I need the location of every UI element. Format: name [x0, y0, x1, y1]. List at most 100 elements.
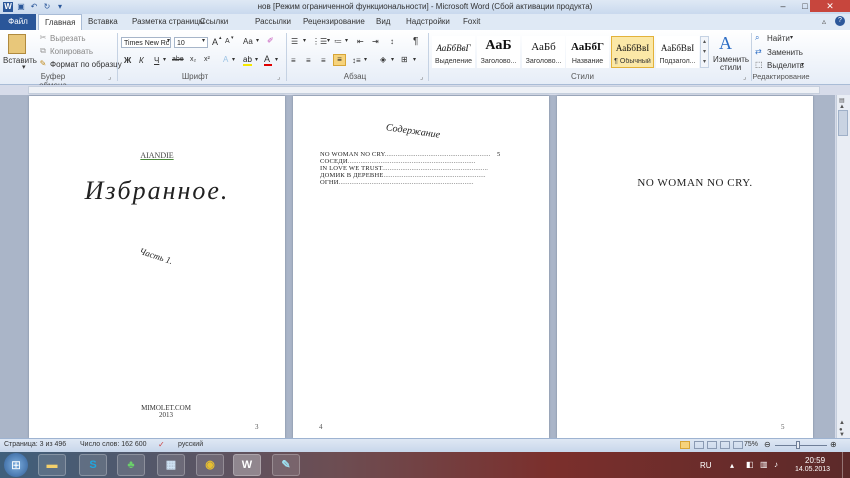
increase-indent-icon[interactable]: ⇥: [372, 37, 379, 46]
sort-icon[interactable]: ↕: [390, 37, 394, 46]
tray-app-icon[interactable]: ◧: [746, 460, 754, 469]
style-normal[interactable]: АаБбВвI ¶ Обычный: [611, 36, 654, 68]
zoom-in-icon[interactable]: ⊕: [830, 440, 837, 449]
previous-page-icon[interactable]: ▲: [839, 420, 845, 426]
tab-file[interactable]: Файл: [0, 14, 36, 30]
italic-button[interactable]: К: [139, 56, 144, 65]
replace-button[interactable]: Заменить: [767, 48, 803, 57]
grow-font-button[interactable]: A: [212, 37, 218, 47]
find-dropdown-icon[interactable]: ▾: [790, 34, 793, 41]
numbering-icon[interactable]: ⋮☰: [312, 37, 327, 46]
align-center-icon[interactable]: ≡: [306, 56, 311, 65]
strikethrough-button[interactable]: abe: [172, 56, 184, 63]
web-layout-icon[interactable]: [707, 441, 717, 449]
outline-view-icon[interactable]: [720, 441, 730, 449]
toc-entry[interactable]: NO WOMAN NO CRY.........................…: [320, 151, 500, 158]
shading-dropdown-icon[interactable]: ▾: [391, 56, 394, 63]
borders-dropdown-icon[interactable]: ▾: [413, 56, 416, 63]
tab-references[interactable]: Ссылки: [194, 14, 234, 30]
multilevel-dropdown-icon[interactable]: ▾: [345, 37, 348, 44]
taskbar-explorer[interactable]: ▬: [38, 454, 66, 476]
shrink-font-button[interactable]: A: [225, 38, 230, 45]
print-layout-icon[interactable]: [680, 441, 690, 449]
bullets-dropdown-icon[interactable]: ▾: [303, 37, 306, 44]
styles-scroll-icon[interactable]: ▴ ▾ ▾: [700, 36, 709, 68]
horizontal-ruler[interactable]: [28, 86, 820, 94]
paste-button[interactable]: Вставить: [3, 56, 37, 65]
highlight-icon[interactable]: ab: [243, 55, 252, 66]
word-count[interactable]: Число слов: 162 600: [80, 441, 147, 448]
volume-icon[interactable]: ♪: [774, 460, 778, 469]
cut-icon[interactable]: ✂: [38, 33, 48, 42]
tab-addins[interactable]: Надстройки: [400, 14, 456, 30]
justify-icon[interactable]: ≡: [333, 54, 346, 66]
change-case-dropdown-icon[interactable]: ▾: [256, 37, 259, 44]
change-case-button[interactable]: Aa: [243, 37, 253, 46]
borders-icon[interactable]: ⊞: [401, 55, 408, 64]
show-formatting-button[interactable]: ¶: [413, 36, 418, 47]
tray-expand-icon[interactable]: ▴: [730, 461, 734, 470]
tab-insert[interactable]: Вставка: [82, 14, 124, 30]
ruler-toggle-icon[interactable]: ▤: [839, 97, 845, 104]
find-icon[interactable]: ⌕: [755, 33, 759, 43]
full-screen-reading-icon[interactable]: [694, 441, 704, 449]
toc-entry[interactable]: СОСЕДИ..................................…: [320, 158, 500, 165]
bullets-icon[interactable]: ☰: [291, 37, 298, 46]
superscript-button[interactable]: x²: [204, 56, 210, 63]
font-name-combo[interactable]: Times New Rc: [121, 37, 171, 48]
clock-time[interactable]: 20:59: [805, 456, 825, 465]
line-spacing-dropdown-icon[interactable]: ▾: [364, 56, 367, 63]
font-color-dropdown-icon[interactable]: ▾: [275, 56, 278, 63]
align-right-icon[interactable]: ≡: [321, 56, 326, 65]
zoom-out-icon[interactable]: ⊖: [764, 440, 771, 449]
font-name-dropdown-icon[interactable]: ▾: [167, 37, 170, 44]
taskbar-chrome[interactable]: ◉: [196, 454, 224, 476]
zoom-slider-track[interactable]: [775, 445, 827, 446]
clipboard-launcher-icon[interactable]: ⌟: [108, 73, 111, 81]
multilevel-list-icon[interactable]: ≔: [334, 37, 342, 46]
style-subtitle[interactable]: АаБбВвI Подзагол...: [656, 36, 699, 68]
line-spacing-icon[interactable]: ↕≡: [352, 56, 361, 65]
select-button[interactable]: Выделить: [767, 61, 804, 70]
minimize-ribbon-icon[interactable]: ▵: [822, 17, 826, 26]
minimize-button[interactable]: –: [772, 0, 794, 12]
shading-icon[interactable]: ◈: [380, 55, 386, 64]
copy-button[interactable]: Копировать: [50, 47, 93, 56]
font-launcher-icon[interactable]: ⌟: [277, 73, 280, 81]
zoom-slider-thumb[interactable]: [796, 441, 800, 449]
language-indicator[interactable]: русский: [178, 441, 203, 448]
proofing-icon[interactable]: ✓: [158, 440, 165, 449]
network-icon[interactable]: ▥: [760, 460, 768, 469]
close-button[interactable]: ✕: [810, 0, 850, 12]
font-size-dropdown-icon[interactable]: ▾: [202, 37, 205, 44]
tab-mailings[interactable]: Рассылки: [249, 14, 297, 30]
taskbar-app[interactable]: ♣: [117, 454, 145, 476]
toc-entry[interactable]: ДОМИК В ДЕРЕВНЕ.........................…: [320, 172, 500, 179]
start-button[interactable]: ⊞: [4, 453, 28, 477]
highlight-dropdown-icon[interactable]: ▾: [255, 56, 258, 63]
underline-dropdown-icon[interactable]: ▾: [163, 56, 166, 63]
tab-review[interactable]: Рецензирование: [297, 14, 371, 30]
taskbar-calculator[interactable]: ▦: [157, 454, 185, 476]
toc-entry[interactable]: IN LOVE WE TRUST........................…: [320, 165, 500, 172]
page-3[interactable]: AIANDIE Избранное. Часть 1. MIMOLET.COM …: [29, 96, 285, 438]
paste-dropdown-icon[interactable]: ▾: [22, 63, 26, 71]
numbering-dropdown-icon[interactable]: ▾: [327, 37, 330, 44]
style-title[interactable]: АаБбГ Название: [566, 36, 609, 68]
bold-button[interactable]: Ж: [124, 56, 131, 65]
vertical-scrollbar[interactable]: [836, 95, 850, 438]
page-count[interactable]: Страница: 3 из 496: [4, 441, 66, 448]
select-icon[interactable]: ⬚: [755, 60, 763, 69]
style-heading-1[interactable]: АаБ Заголово...: [477, 36, 520, 68]
input-language[interactable]: RU: [700, 461, 712, 470]
clear-formatting-icon[interactable]: ✐: [267, 36, 274, 45]
toc-entry[interactable]: ОГНИ....................................…: [320, 179, 500, 186]
text-effects-icon[interactable]: A: [223, 55, 228, 64]
change-styles-icon[interactable]: A: [719, 33, 732, 54]
tab-view[interactable]: Вид: [370, 14, 396, 30]
zoom-level[interactable]: 75%: [744, 441, 758, 448]
cut-button[interactable]: Вырезать: [50, 34, 86, 43]
subscript-button[interactable]: x₂: [190, 56, 196, 63]
find-button[interactable]: Найти: [767, 34, 790, 43]
replace-icon[interactable]: ⇄: [755, 47, 762, 56]
